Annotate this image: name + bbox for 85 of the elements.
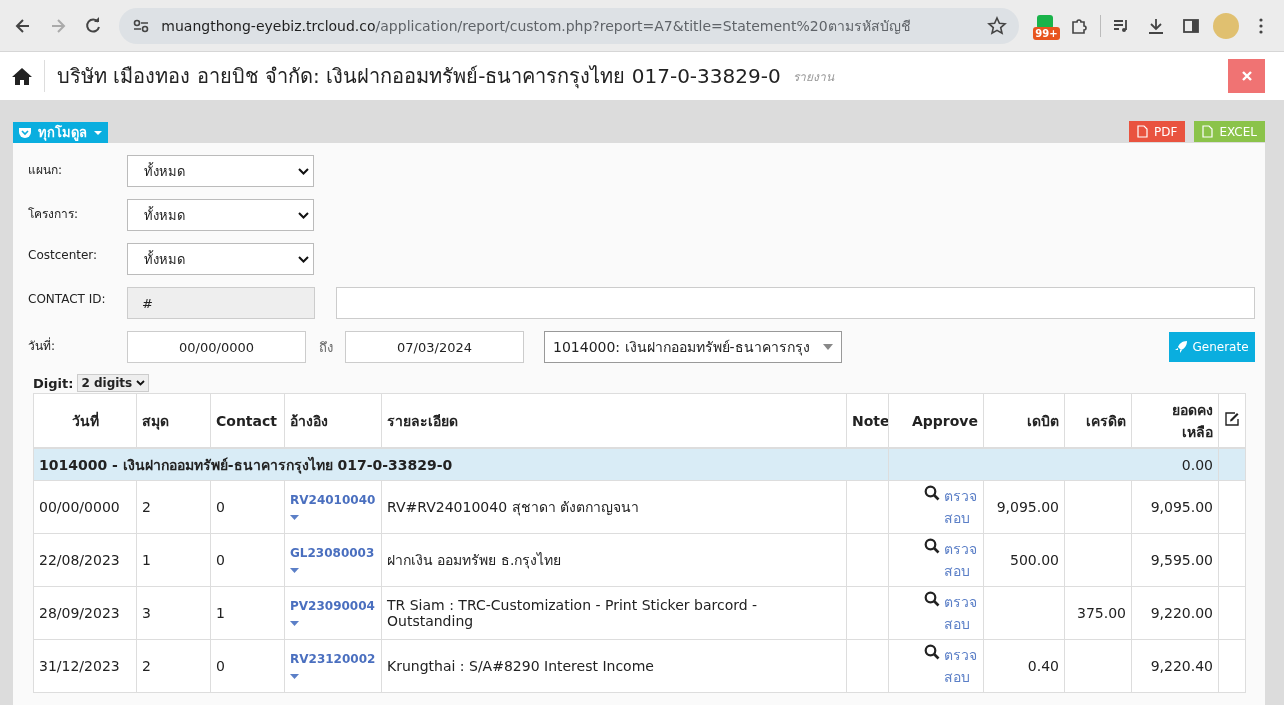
- filter-label: โครงการ:: [28, 206, 80, 223]
- column-header: อ้างอิง: [284, 393, 382, 448]
- pdf-file-icon: [1137, 125, 1149, 138]
- filter-select[interactable]: ทั้งหมด: [127, 199, 314, 231]
- column-header: สมุด: [136, 393, 211, 448]
- more-icon: [1259, 17, 1264, 34]
- table-cell: 0: [216, 658, 225, 674]
- digit-label: Digit:: [33, 375, 74, 391]
- column-header: Approve: [888, 393, 984, 448]
- filter-label: CONTACT ID:: [28, 291, 107, 306]
- table-cell: 3: [142, 605, 151, 621]
- to-label: ถึง: [317, 338, 334, 357]
- table-cell: TR Siam : TRC-Customization - Print Sticker barcord - Outstanding: [387, 597, 758, 629]
- column-header: เครดิต: [1064, 393, 1132, 448]
- notification-badge: 99+: [1033, 26, 1060, 40]
- export-button[interactable]: PDF: [1129, 121, 1186, 142]
- spreadsheet-file-icon: [1202, 125, 1214, 138]
- pocket-icon: [19, 127, 31, 138]
- edit-icon[interactable]: [1225, 412, 1239, 426]
- table-cell: 0: [216, 499, 225, 515]
- chevron-down-icon: [298, 211, 309, 219]
- search-icon: [924, 538, 940, 554]
- column-header: วันที่: [33, 393, 137, 448]
- table-cell: 31/12/2023: [39, 658, 120, 674]
- generate-button[interactable]: Generate: [1169, 332, 1255, 362]
- table-cell: 22/08/2023: [39, 552, 120, 568]
- table-cell: RV#RV24010040 สุชาดา ตังตกาญจนา: [387, 499, 639, 515]
- caret-icon[interactable]: [290, 568, 299, 573]
- caret-icon[interactable]: [290, 621, 299, 626]
- caret-icon[interactable]: [290, 515, 299, 520]
- page-title: บริษัท เมืองทอง อายบิช จำกัด: เงินฝากออมทรัพย์-ธนาคารกรุงไทย 017-0-33829-0: [44, 60, 781, 92]
- table-cell: Krungthai : S/A#8290 Interest Income: [387, 658, 654, 674]
- filter-select[interactable]: ทั้งหมด: [127, 243, 314, 275]
- star-icon[interactable]: [987, 15, 1008, 36]
- caret-icon: [94, 130, 102, 135]
- chevron-down-icon: [298, 255, 309, 263]
- caret-icon[interactable]: [290, 674, 299, 679]
- page-subtitle: รายงาน: [792, 68, 834, 86]
- account-group-title: 1014000 - เงินฝากออมทรัพย์-ธนาคารกรุงไทย 017-0-33829-0: [39, 456, 453, 473]
- table-cell: 2: [142, 658, 151, 674]
- chevron-down-icon: [298, 167, 309, 175]
- table-cell: 9,220.40: [1150, 658, 1213, 674]
- caret-icon: [823, 344, 833, 350]
- column-header: ยอดคงเหลือ: [1131, 393, 1219, 448]
- table-cell: ฝากเงิน ออมทรัพย ธ.กรุงไทย: [387, 552, 562, 568]
- table-cell: 0.00: [1181, 456, 1213, 473]
- table-cell: 1: [142, 552, 151, 568]
- table-cell: 0.40: [1027, 658, 1059, 674]
- extension-button[interactable]: 99+: [1029, 9, 1059, 42]
- chevron-down-icon: [136, 380, 146, 386]
- table-cell: 9,595.00: [1150, 552, 1213, 568]
- table-cell: 2: [142, 499, 151, 515]
- address-bar[interactable]: muangthong-eyebiz.trcloud.co/application/report/custom.php?report=A7&title=Statement%20ตามรหัสบัญชี: [119, 7, 1020, 44]
- contact-id-field[interactable]: #: [127, 287, 315, 319]
- table-cell: 1: [216, 605, 225, 621]
- date-to-field[interactable]: 07/03/2024: [345, 331, 524, 363]
- filter-label: แผนก:: [28, 162, 64, 179]
- filter-label: วันที่:: [28, 336, 57, 355]
- close-icon: [1241, 71, 1252, 81]
- column-header: Contact: [210, 393, 285, 448]
- filter-label: Costcenter:: [28, 247, 99, 262]
- table-cell: 9,095.00: [1150, 499, 1213, 515]
- table-cell: 375.00: [1077, 605, 1126, 621]
- table-cell: 28/09/2023: [39, 605, 120, 621]
- search-icon: [924, 485, 940, 501]
- table-cell: 9,095.00: [996, 499, 1059, 515]
- table-cell: 0: [216, 552, 225, 568]
- table-cell: 00/00/0000: [39, 499, 120, 515]
- column-header: รายละเอียด: [381, 393, 847, 448]
- search-icon: [924, 591, 940, 607]
- table-cell: 500.00: [1010, 552, 1059, 568]
- home-icon[interactable]: [12, 67, 32, 85]
- contact-name-field[interactable]: [336, 287, 1255, 319]
- filter-select[interactable]: ทั้งหมด: [127, 155, 314, 187]
- url-text: muangthong-eyebiz.trcloud.co/application/report/custom.php?report=A7&title=Statement%20ตามรหัสบัญชี: [161, 16, 912, 36]
- date-from-field[interactable]: 00/00/0000: [127, 331, 306, 363]
- search-icon: [924, 644, 940, 660]
- module-dropdown[interactable]: ทุกโมดูล: [13, 122, 108, 143]
- column-header: เดบิต: [983, 393, 1065, 448]
- account-select[interactable]: 1014000: เงินฝากออมทรัพย์-ธนาคารกรุง: [544, 331, 842, 363]
- close-button[interactable]: [1228, 59, 1265, 93]
- table-cell: 9,220.00: [1150, 605, 1213, 621]
- rocket-icon: [1175, 341, 1188, 353]
- digit-select[interactable]: 2 digits: [77, 374, 150, 392]
- avatar: [1213, 12, 1240, 39]
